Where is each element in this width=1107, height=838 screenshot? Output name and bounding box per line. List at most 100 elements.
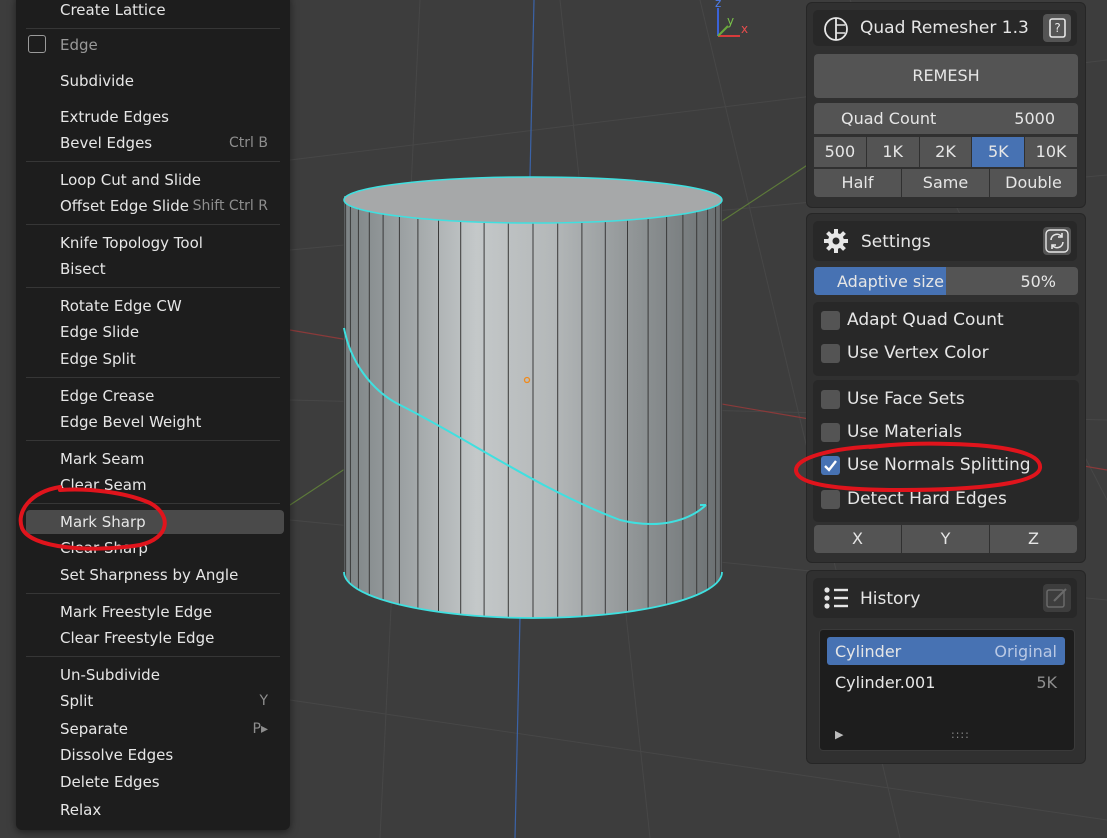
history-row-tag: Original bbox=[994, 642, 1057, 661]
menu-separator bbox=[26, 161, 280, 162]
option-use-normals-splitting[interactable]: Use Normals Splitting bbox=[821, 454, 1071, 478]
checkbox-detect-hard-edges[interactable] bbox=[821, 490, 840, 509]
quad-count-field[interactable]: Quad Count 5000 bbox=[814, 103, 1078, 134]
adaptive-size-slider[interactable]: Adaptive size 50% bbox=[814, 267, 1078, 295]
menu-item-knife-topology-tool[interactable]: Knife Topology Tool bbox=[60, 231, 280, 255]
checkbox-use-vertex-color[interactable] bbox=[821, 344, 840, 363]
menu-item-bisect[interactable]: Bisect bbox=[60, 257, 280, 281]
option-use-vertex-color[interactable]: Use Vertex Color bbox=[821, 342, 1071, 366]
menu-item-edge-bevel-weight[interactable]: Edge Bevel Weight bbox=[60, 410, 280, 434]
menu-item-label: Create Lattice bbox=[60, 1, 166, 19]
menu-item-relax[interactable]: Relax bbox=[60, 798, 280, 822]
adaptive-size-label: Adaptive size bbox=[837, 272, 944, 291]
menu-separator bbox=[26, 287, 280, 288]
menu-item-split[interactable]: Split Y bbox=[60, 689, 280, 713]
option-label: Detect Hard Edges bbox=[847, 489, 1007, 509]
history-title: History bbox=[860, 589, 921, 609]
menu-item-label: Clear Seam bbox=[60, 476, 147, 494]
menu-item-shortcut: Ctrl B bbox=[229, 135, 268, 151]
history-edit-button[interactable] bbox=[1043, 584, 1071, 612]
cylinder-mesh[interactable] bbox=[343, 176, 723, 619]
menu-item-edge-slide[interactable]: Edge Slide bbox=[60, 320, 280, 344]
preset-button-5k[interactable]: 5K bbox=[972, 137, 1025, 167]
menu-item-clear-freestyle-edge[interactable]: Clear Freestyle Edge bbox=[60, 626, 280, 650]
menu-item-label: Relax bbox=[60, 801, 102, 819]
menu-item-mark-freestyle-edge[interactable]: Mark Freestyle Edge bbox=[60, 600, 280, 624]
preset-button-10k[interactable]: 10K bbox=[1025, 137, 1077, 167]
preset-button-2k[interactable]: 2K bbox=[919, 137, 972, 167]
menu-item-un-subdivide[interactable]: Un-Subdivide bbox=[60, 663, 280, 687]
checkbox-use-materials[interactable] bbox=[821, 423, 840, 442]
menu-item-label: Clear Sharp bbox=[60, 539, 148, 557]
checkbox-use-face-sets[interactable] bbox=[821, 390, 840, 409]
menu-item-separate[interactable]: Separate P▸ bbox=[60, 717, 280, 741]
menu-item-label: Set Sharpness by Angle bbox=[60, 566, 239, 584]
menu-item-label: Un-Subdivide bbox=[60, 666, 160, 684]
menu-section-header-edge: Edge bbox=[26, 32, 98, 58]
option-label: Use Normals Splitting bbox=[847, 455, 1031, 475]
axis-gizmo[interactable]: z y x bbox=[712, 0, 752, 40]
scale-button-half[interactable]: Half bbox=[814, 169, 901, 197]
menu-item-extrude-edges[interactable]: Extrude Edges bbox=[60, 105, 280, 129]
symmetry-x-button[interactable]: X bbox=[814, 525, 901, 553]
menu-item-label: Edge Bevel Weight bbox=[60, 413, 202, 431]
menu-separator bbox=[26, 28, 280, 29]
option-use-materials[interactable]: Use Materials bbox=[821, 421, 1071, 445]
reset-settings-button[interactable] bbox=[1043, 227, 1071, 255]
settings-panel: Settings Adaptive size 50% Adapt Quad Co… bbox=[806, 213, 1086, 563]
menu-item-mark-seam[interactable]: Mark Seam bbox=[60, 447, 280, 471]
gizmo-y-label: y bbox=[727, 14, 735, 28]
menu-separator bbox=[26, 440, 280, 441]
quad-remesher-title: Quad Remesher 1.3 bbox=[860, 18, 1029, 38]
symmetry-y-button[interactable]: Y bbox=[902, 525, 989, 553]
menu-item-edge-crease[interactable]: Edge Crease bbox=[60, 384, 280, 408]
menu-item-clear-seam[interactable]: Clear Seam bbox=[60, 473, 280, 497]
resize-grip[interactable]: :::: bbox=[951, 728, 970, 741]
menu-item-label: Dissolve Edges bbox=[60, 746, 174, 764]
menu-item-clear-sharp[interactable]: Clear Sharp bbox=[60, 536, 280, 560]
menu-item-label: Extrude Edges bbox=[60, 108, 169, 126]
menu-item-offset-edge-slide[interactable]: Offset Edge Slide Shift Ctrl R bbox=[60, 194, 280, 218]
edge-mode-icon bbox=[28, 34, 46, 53]
menu-item-set-sharpness-by-angle[interactable]: Set Sharpness by Angle bbox=[60, 563, 280, 587]
menu-item-delete-edges[interactable]: Delete Edges bbox=[60, 770, 280, 794]
remesh-button[interactable]: REMESH bbox=[814, 54, 1078, 98]
checkbox-adapt-quad-count[interactable] bbox=[821, 311, 840, 330]
menu-item-rotate-edge-cw[interactable]: Rotate Edge CW bbox=[60, 294, 280, 318]
menu-item-label: Edge Crease bbox=[60, 387, 155, 405]
menu-separator bbox=[26, 224, 280, 225]
svg-text:?: ? bbox=[1054, 21, 1060, 35]
expand-triangle-icon[interactable]: ▶ bbox=[835, 728, 843, 741]
option-detect-hard-edges[interactable]: Detect Hard Edges bbox=[821, 488, 1071, 512]
menu-item-label: Rotate Edge CW bbox=[60, 297, 182, 315]
symmetry-z-button[interactable]: Z bbox=[990, 525, 1077, 553]
quad-remesher-panel: Quad Remesher 1.3 ? REMESH Quad Count 50… bbox=[806, 2, 1086, 208]
menu-item-shortcut: Y bbox=[259, 693, 268, 709]
scale-button-double[interactable]: Double bbox=[990, 169, 1077, 197]
menu-item-mark-sharp[interactable]: Mark Sharp bbox=[26, 510, 284, 534]
menu-item-label: Knife Topology Tool bbox=[60, 234, 203, 252]
preset-button-1k[interactable]: 1K bbox=[866, 137, 919, 167]
menu-item-subdivide[interactable]: Subdivide bbox=[60, 69, 280, 93]
menu-item-bevel-edges[interactable]: Bevel Edges Ctrl B bbox=[60, 131, 280, 155]
preset-button-500[interactable]: 500 bbox=[814, 137, 866, 167]
menu-item-label: Edge Split bbox=[60, 350, 136, 368]
menu-item-label: Clear Freestyle Edge bbox=[60, 629, 215, 647]
menu-item-create-lattice[interactable]: Create Lattice bbox=[60, 0, 280, 22]
menu-item-label: Mark Sharp bbox=[60, 513, 146, 531]
menu-item-edge-split[interactable]: Edge Split bbox=[60, 347, 280, 371]
option-use-face-sets[interactable]: Use Face Sets bbox=[821, 388, 1071, 412]
menu-item-dissolve-edges[interactable]: Dissolve Edges bbox=[60, 743, 280, 767]
menu-item-label: Mark Seam bbox=[60, 450, 145, 468]
menu-separator bbox=[26, 593, 280, 594]
option-adapt-quad-count[interactable]: Adapt Quad Count bbox=[821, 309, 1071, 333]
history-row-name: Cylinder.001 bbox=[835, 673, 936, 692]
adaptive-size-value: 50% bbox=[1020, 272, 1056, 291]
menu-item-label: Bevel Edges bbox=[60, 134, 153, 152]
history-row[interactable]: Cylinder Original bbox=[827, 637, 1065, 665]
help-manual-button[interactable]: ? bbox=[1043, 14, 1071, 42]
checkbox-use-normals-splitting[interactable] bbox=[821, 456, 840, 475]
history-row[interactable]: Cylinder.001 5K bbox=[827, 668, 1065, 696]
menu-item-loop-cut-and-slide[interactable]: Loop Cut and Slide bbox=[60, 168, 280, 192]
scale-button-same[interactable]: Same bbox=[902, 169, 989, 197]
